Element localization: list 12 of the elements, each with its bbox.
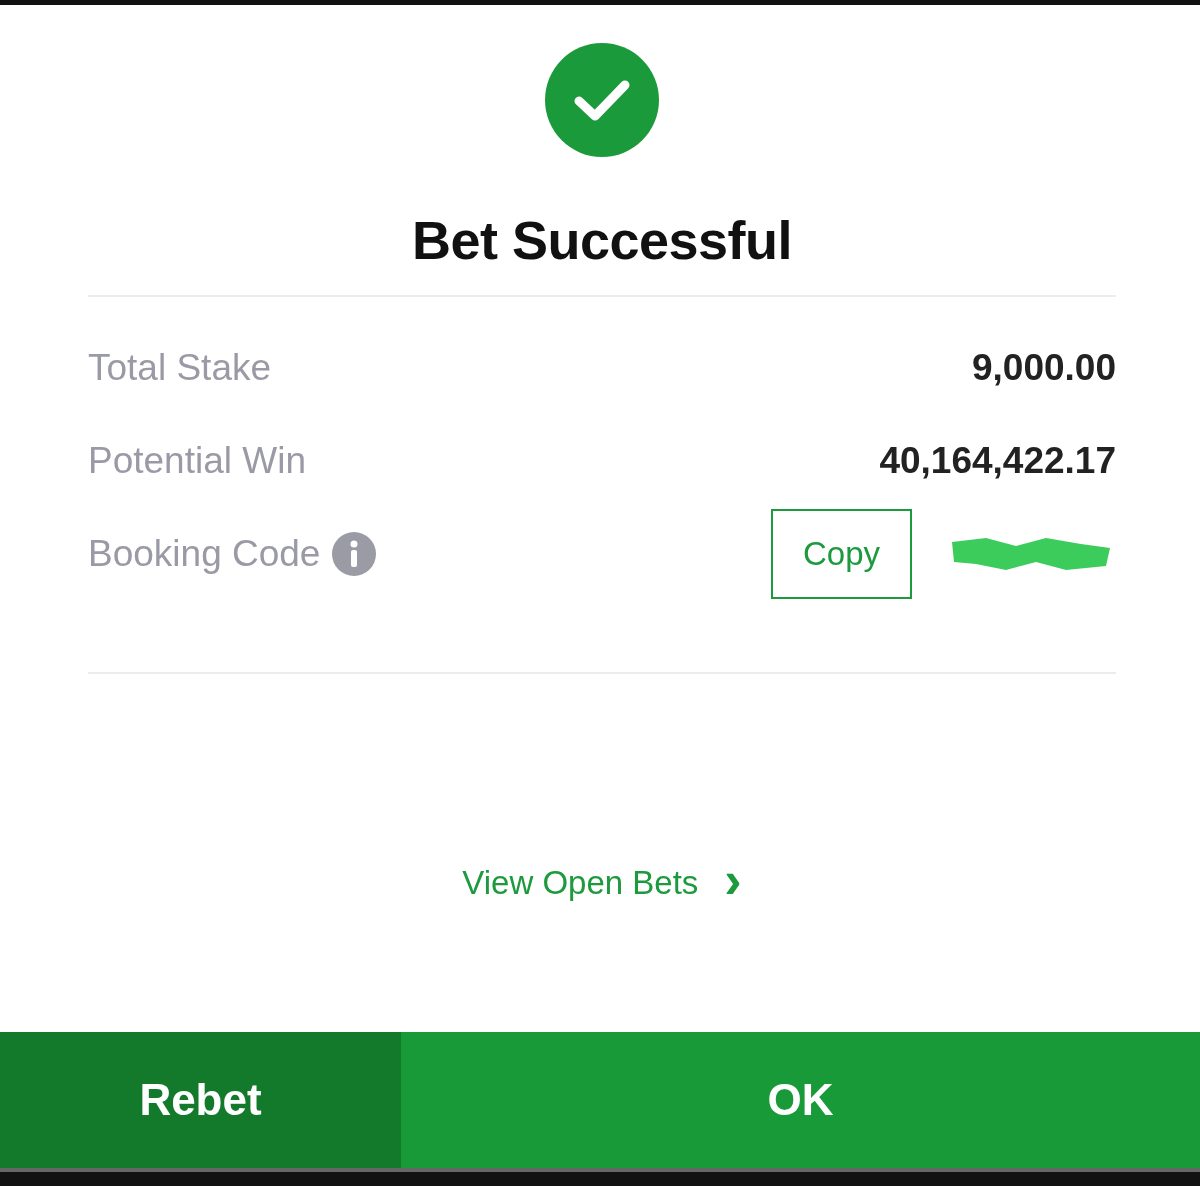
row-label: Booking Code (88, 532, 321, 575)
row-value: 40,164,422.17 (879, 439, 1116, 482)
rebet-button[interactable]: Rebet (0, 1032, 401, 1168)
view-open-bets-link[interactable]: View Open Bets › (462, 860, 742, 906)
row-label: Total Stake (88, 346, 272, 389)
row-label: Potential Win (88, 439, 306, 482)
copy-button[interactable]: Copy (771, 508, 912, 599)
row-value: 9,000.00 (971, 346, 1116, 389)
info-icon[interactable] (332, 531, 377, 576)
dialog-title: Bet Successful (411, 209, 793, 271)
success-check-icon (545, 43, 659, 157)
ok-button[interactable]: OK (401, 1032, 1200, 1168)
